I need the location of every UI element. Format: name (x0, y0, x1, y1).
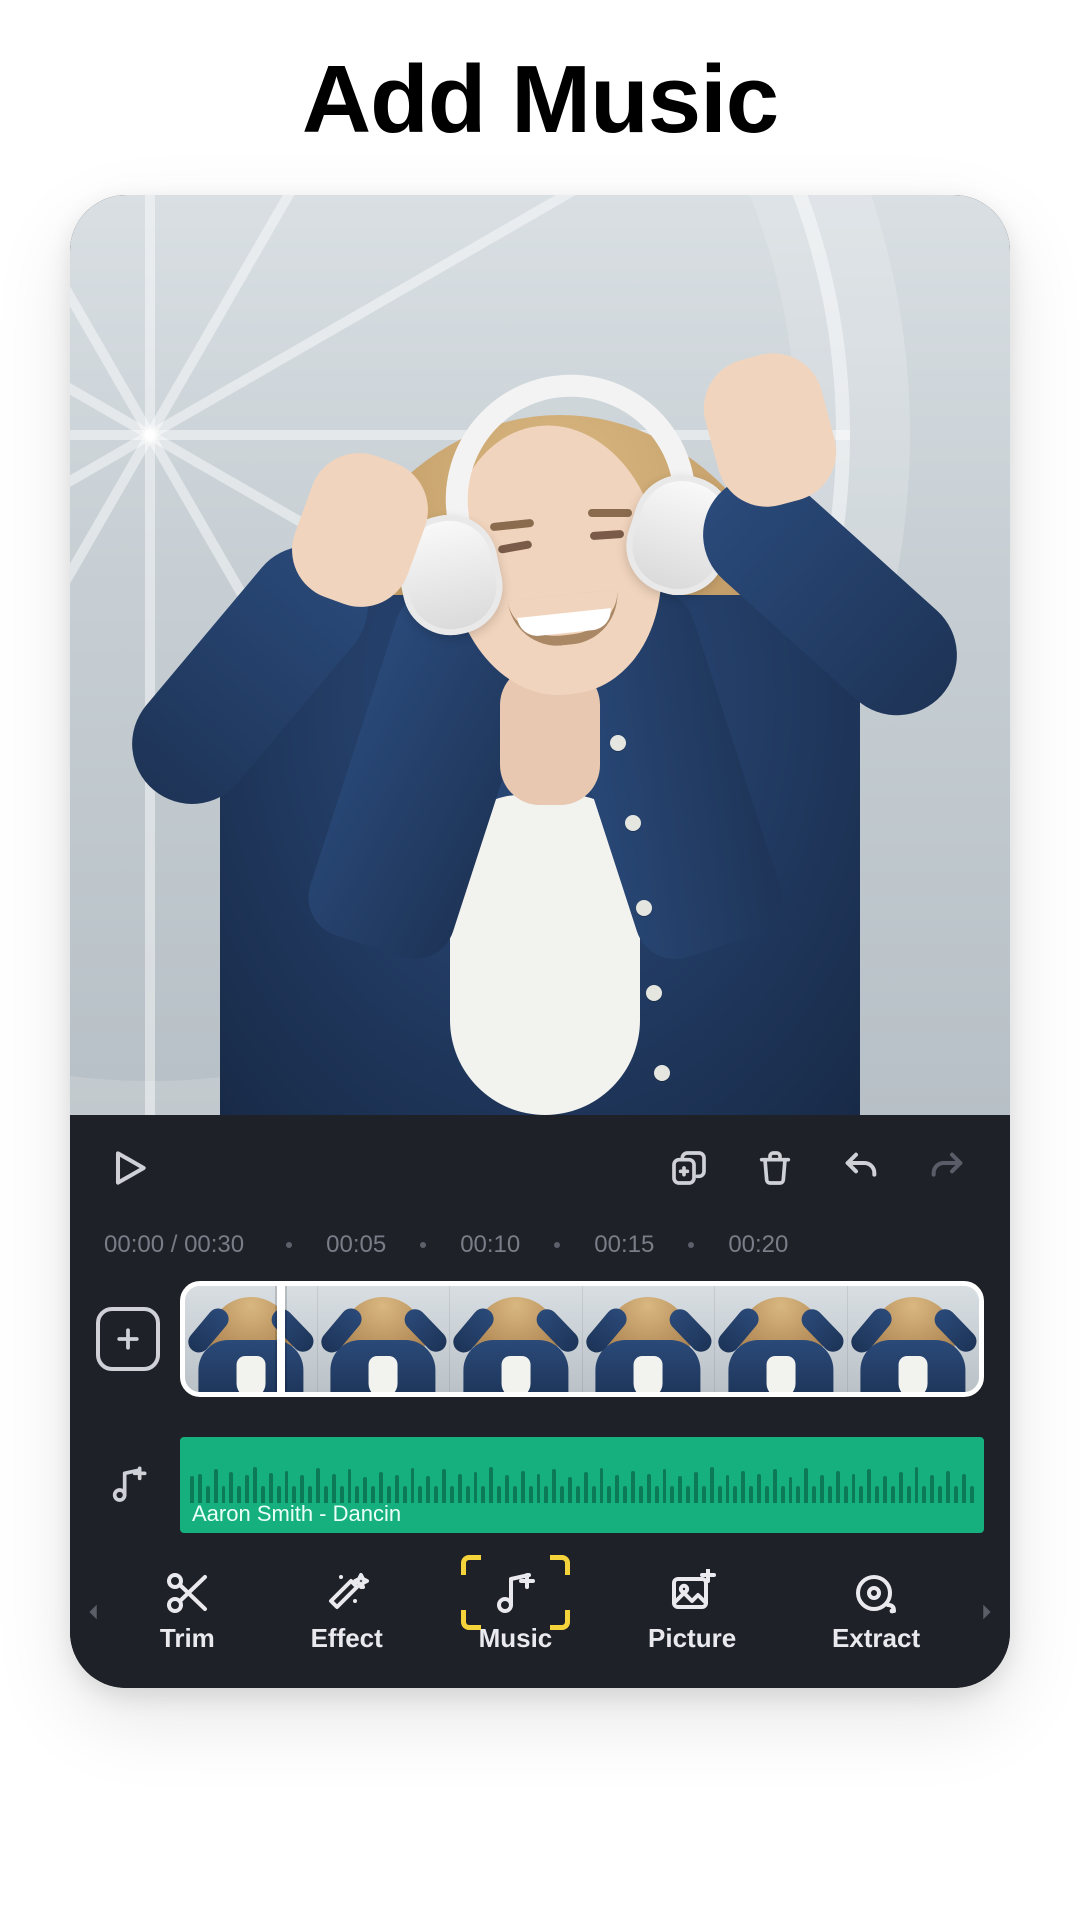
video-thumbnail[interactable] (582, 1286, 715, 1392)
video-preview[interactable] (70, 195, 1010, 1115)
nav-item-trim[interactable]: Trim (150, 1563, 225, 1660)
trash-icon (755, 1148, 795, 1188)
scissors-icon (163, 1569, 211, 1617)
chevron-right-icon (975, 1595, 997, 1629)
playhead[interactable] (277, 1281, 285, 1397)
undo-button[interactable] (832, 1139, 890, 1197)
video-thumbnail[interactable] (449, 1286, 582, 1392)
nav-item-extract[interactable]: Extract (822, 1563, 930, 1660)
chevron-left-icon (83, 1595, 105, 1629)
add-clip-button[interactable] (96, 1307, 160, 1371)
time-mark: 00:15 (594, 1231, 654, 1259)
time-ruler[interactable]: 00:00 / 00:30 00:05 00:10 00:15 00:20 (70, 1221, 1010, 1281)
page-title: Add Music (0, 45, 1080, 155)
image-plus-icon (668, 1569, 716, 1617)
nav-scroll-left[interactable] (76, 1595, 112, 1629)
audio-waveform (180, 1445, 984, 1503)
time-mark: 00:05 (326, 1231, 386, 1259)
video-thumbnail[interactable] (317, 1286, 450, 1392)
video-thumbnail[interactable] (714, 1286, 847, 1392)
nav-item-label: Extract (832, 1623, 920, 1654)
plus-icon (113, 1324, 143, 1354)
nav-item-picture[interactable]: Picture (638, 1563, 746, 1660)
video-thumbnail[interactable] (847, 1286, 980, 1392)
editor-panel: 00:00 / 00:30 00:05 00:10 00:15 00:20 (70, 1115, 1010, 1688)
add-music-button[interactable] (96, 1465, 160, 1505)
device-frame: 00:00 / 00:30 00:05 00:10 00:15 00:20 (70, 195, 1010, 1688)
nav-item-effect[interactable]: Effect (301, 1563, 393, 1660)
redo-button[interactable] (918, 1139, 976, 1197)
time-mark: 00:20 (728, 1231, 788, 1259)
copy-plus-icon (669, 1148, 709, 1188)
editor-toolbar (70, 1115, 1010, 1221)
nav-item-label: Effect (311, 1623, 383, 1654)
audio-track-row: Aaron Smith - Dancin (70, 1397, 1010, 1533)
time-current-duration: 00:00 / 00:30 (104, 1231, 244, 1259)
wand-icon (323, 1569, 371, 1617)
nav-scroll-right[interactable] (968, 1595, 1004, 1629)
bottom-nav: Trim Effect Music (70, 1533, 1010, 1660)
delete-button[interactable] (746, 1139, 804, 1197)
video-track[interactable] (180, 1281, 984, 1397)
video-thumbnail[interactable] (185, 1286, 317, 1392)
disc-music-icon (852, 1569, 900, 1617)
audio-track[interactable]: Aaron Smith - Dancin (180, 1437, 984, 1533)
nav-item-music[interactable]: Music (469, 1563, 563, 1660)
play-button[interactable] (100, 1139, 158, 1197)
nav-item-label: Music (479, 1623, 553, 1654)
time-mark: 00:10 (460, 1231, 520, 1259)
play-icon (107, 1146, 151, 1190)
nav-item-label: Trim (160, 1623, 215, 1654)
video-track-row (70, 1281, 1010, 1397)
undo-icon (841, 1148, 881, 1188)
nav-item-label: Picture (648, 1623, 736, 1654)
redo-icon (927, 1148, 967, 1188)
music-plus-icon (108, 1465, 148, 1505)
duplicate-button[interactable] (660, 1139, 718, 1197)
music-plus-icon (491, 1569, 539, 1617)
audio-track-title: Aaron Smith - Dancin (192, 1501, 401, 1527)
